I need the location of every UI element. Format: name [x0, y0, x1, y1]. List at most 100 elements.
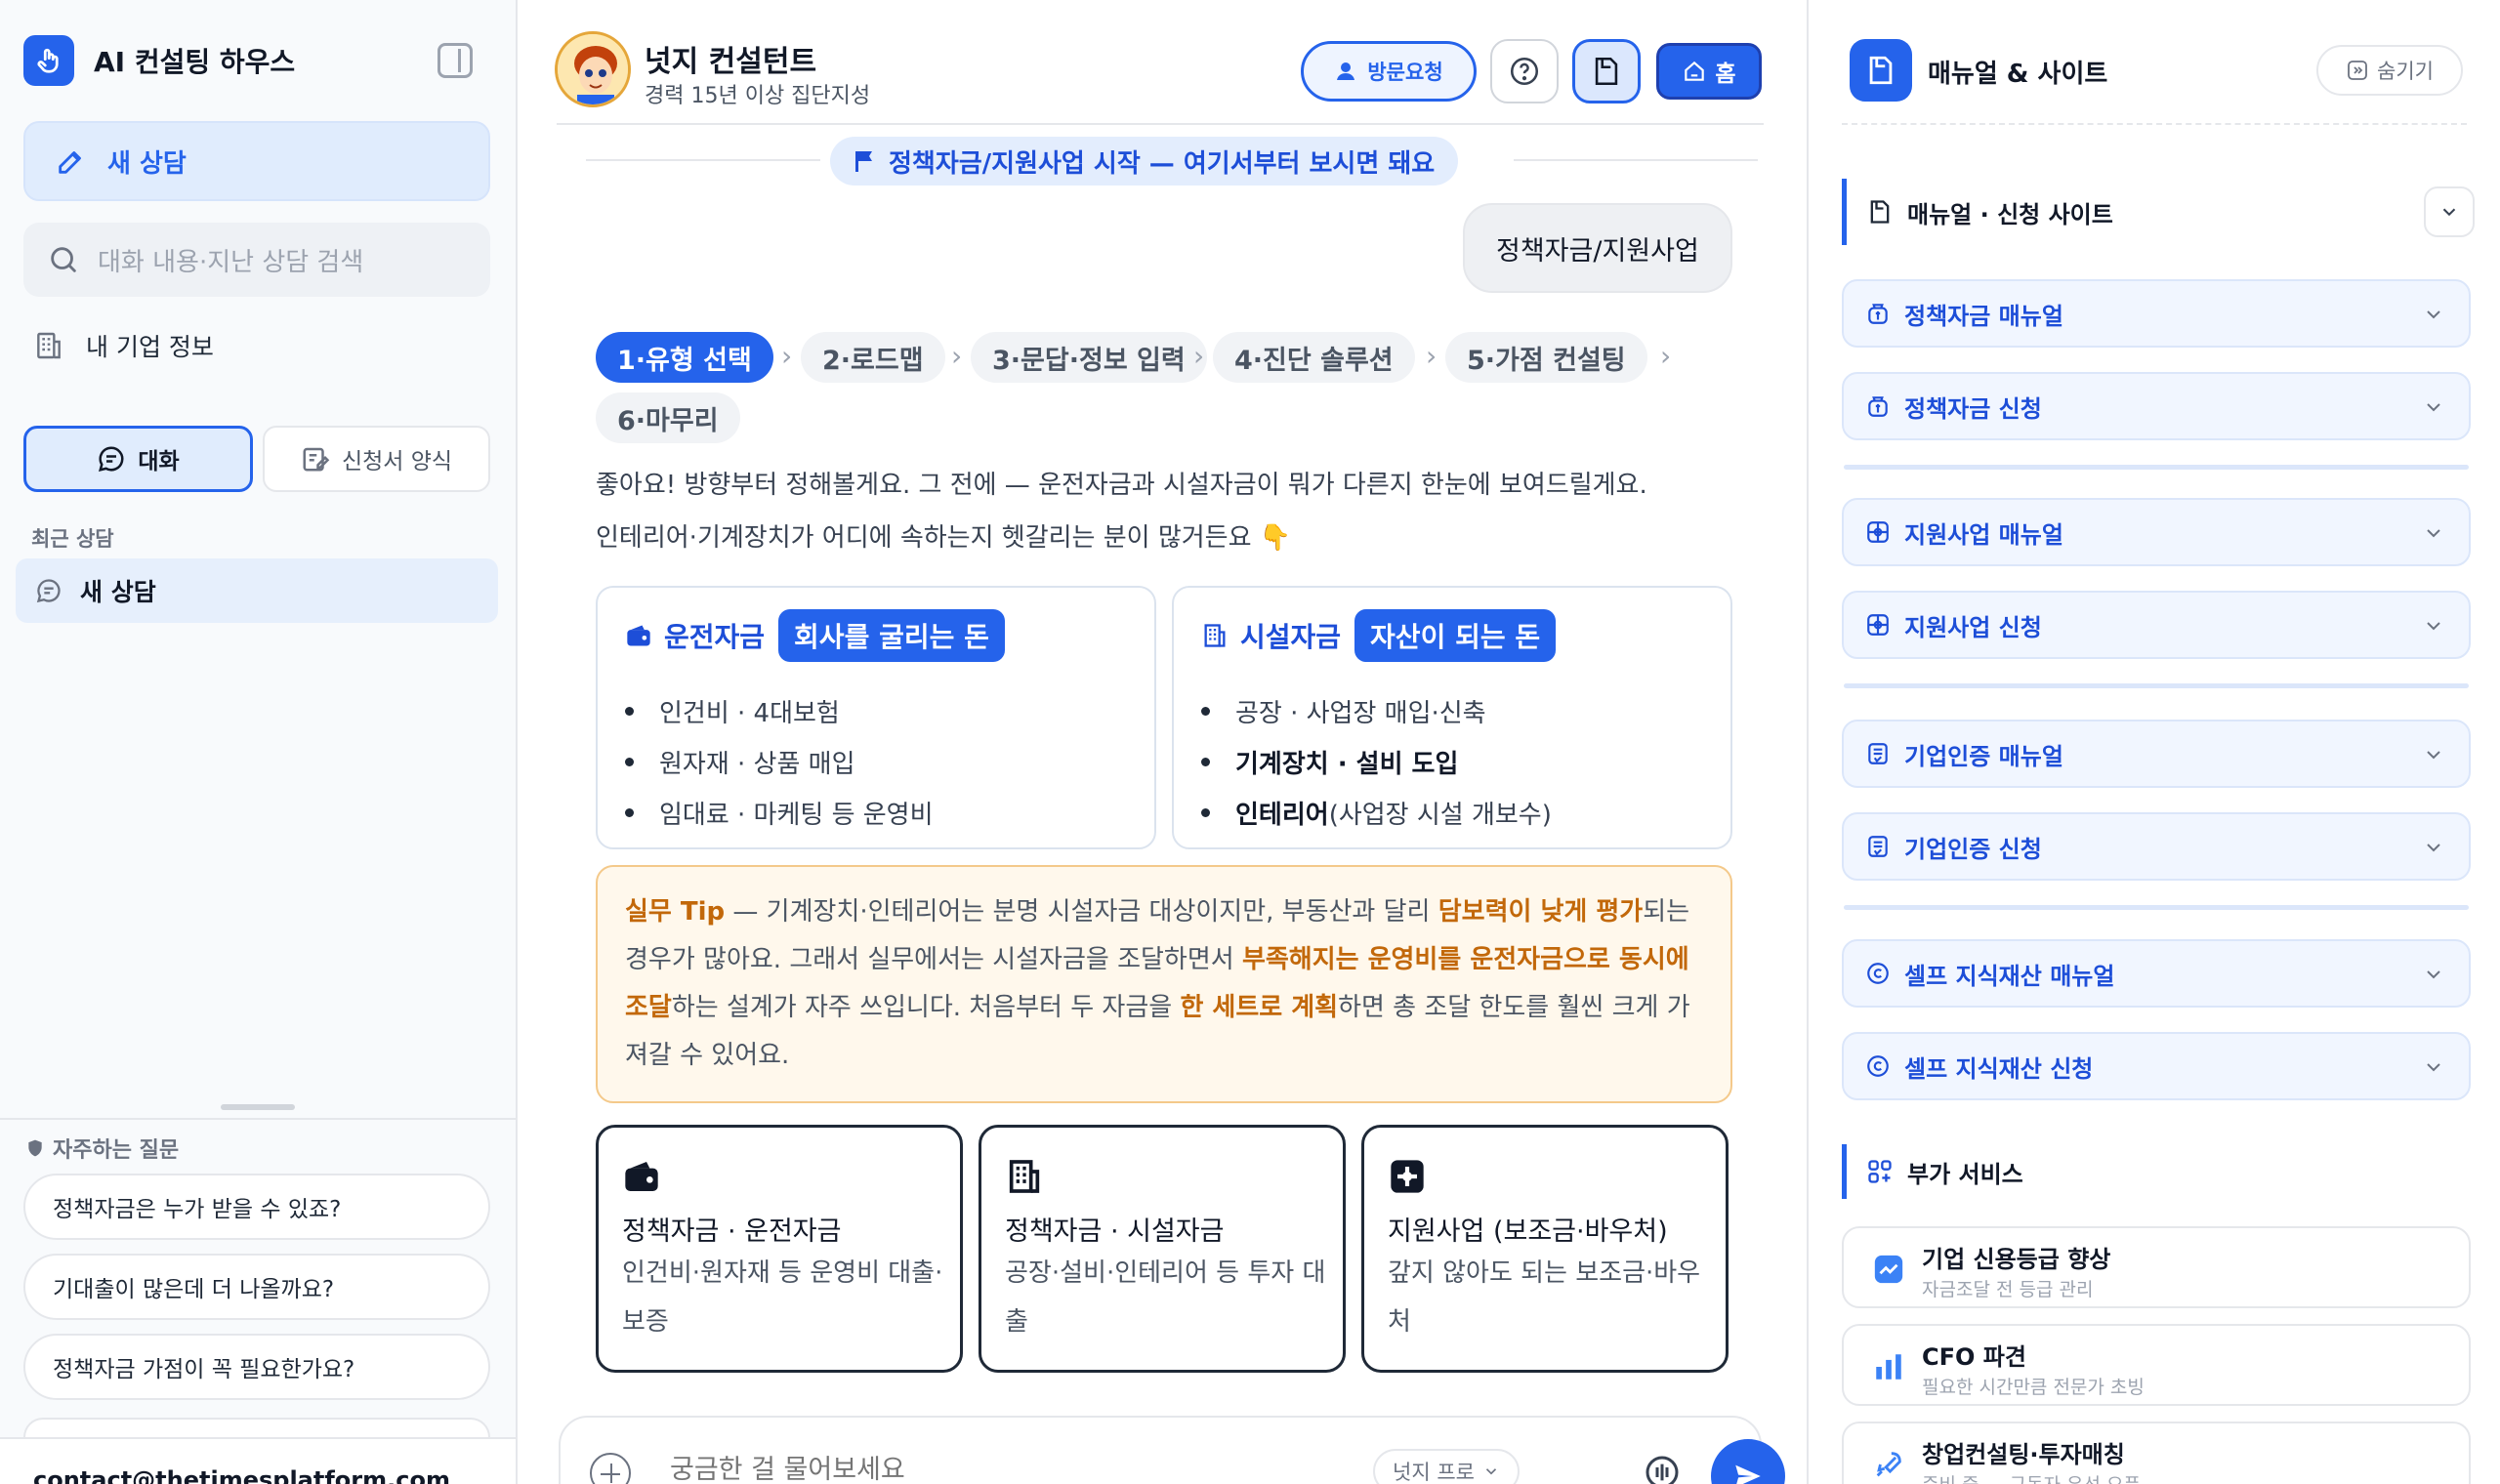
card-list: 공장 · 사업장 매입·신축 기계장치 · 설비 도입 인테리어 (사업장 시설 … — [1201, 685, 1552, 838]
accordion-label: 셀프 지식재산 매뉴얼 — [1904, 962, 2115, 990]
accordion-label: 정책자금 매뉴얼 — [1904, 302, 2063, 330]
list-item: 원자재 · 상품 매입 — [625, 736, 934, 787]
money-bag-icon — [1868, 396, 1888, 417]
chevron-right-icon: › — [1660, 340, 1672, 372]
help-button[interactable] — [1490, 39, 1559, 103]
message-composer: 넛지 프로 — [559, 1416, 1785, 1484]
faq-item[interactable]: 정책자금은 누가 받을 수 있죠? — [23, 1174, 490, 1240]
chevron-right-icon: › — [1193, 340, 1205, 372]
tab-chat[interactable]: 대화 — [23, 426, 253, 492]
list-item: 인건비 · 4대보험 — [625, 685, 934, 736]
plus-icon[interactable] — [590, 1453, 631, 1484]
sidebar-toggle-icon[interactable] — [438, 43, 473, 78]
intro-line: 좋아요! 방향부터 정해볼게요. 그 전에 — 운전자금과 시설자금이 뭐가 다… — [596, 471, 1647, 500]
step-item: 3·문답·정보 입력 — [971, 332, 1207, 383]
resize-handle[interactable] — [221, 1104, 295, 1110]
divider — [0, 1118, 516, 1120]
accordion-policy-fund-apply[interactable]: 정책자금 신청 — [1842, 372, 2471, 440]
hide-panel-label: 숨기기 — [2377, 60, 2434, 83]
chevron-down-icon — [2427, 529, 2440, 538]
accordion-cert-manual[interactable]: 기업인증 매뉴얼 — [1842, 720, 2471, 788]
divider — [1844, 905, 2469, 910]
header-divider — [557, 123, 1764, 125]
location-user-icon — [1337, 62, 1355, 80]
accordion-ip-apply[interactable]: 셀프 지식재산 신청 — [1842, 1032, 2471, 1100]
message-input[interactable] — [670, 1455, 1158, 1484]
service-cfo-dispatch[interactable]: CFO 파견 필요한 시간만큼 전문가 초빙 — [1842, 1324, 2471, 1406]
option-card-grant[interactable]: 지원사업 (보조금·바우처) 갚지 않아도 되는 보조금·바우처 — [1361, 1125, 1729, 1373]
search-box[interactable]: 대화 내용·지난 상담 검색 — [23, 223, 490, 297]
faq-header-label: 자주하는 질문 — [53, 1138, 180, 1163]
agent-avatar — [555, 31, 631, 107]
chevron-down-icon — [1485, 1468, 1497, 1475]
right-panel-title: 매뉴얼 & 사이트 — [1928, 60, 2108, 89]
service-subtitle: 자금조달 전 등급 관리 — [1922, 1279, 2094, 1300]
tab-application-form[interactable]: 신청서 양식 — [263, 426, 490, 492]
form-edit-icon — [303, 447, 330, 472]
search-input[interactable]: 대화 내용·지난 상담 검색 — [98, 242, 363, 278]
tip-highlight: 담보력이 낮게 평가 — [1438, 897, 1644, 927]
document-icon — [1850, 39, 1912, 102]
voice-icon[interactable] — [1643, 1453, 1682, 1484]
service-subtitle: 필요한 시간만큼 전문가 초빙 — [1922, 1377, 2145, 1398]
agent-name: 넛지 컨설턴트 — [645, 45, 817, 79]
search-icon — [51, 247, 76, 272]
model-selector[interactable]: 넛지 프로 — [1373, 1449, 1520, 1484]
card-header: 운전자금 회사를 굴리는 돈 — [625, 609, 1005, 662]
card-tag: 자산이 되는 돈 — [1354, 609, 1557, 662]
chat-bubble-icon — [99, 446, 124, 472]
intro-line: 인테리어·기계장치가 어디에 속하는지 헷갈리는 분이 많거든요 👇 — [596, 523, 1292, 553]
list-item-text: 인건비 · 4대보험 — [659, 698, 840, 728]
company-info-link[interactable]: 내 기업 정보 — [33, 328, 214, 363]
service-startup-investment[interactable]: 창업컨설팅·투자매칭 준비 중 — 구독자 우선 오픈 — [1842, 1422, 2471, 1484]
accordion-support-manual[interactable]: 지원사업 매뉴얼 — [1842, 498, 2471, 566]
chat-bubble-icon — [36, 579, 61, 603]
document-icon — [1595, 57, 1618, 86]
option-card-working-capital[interactable]: 정책자금 · 운전자금 인건비·원자재 등 운영비 대출·보증 — [596, 1125, 963, 1373]
card-list: 인건비 · 4대보험 원자재 · 상품 매입 임대료 · 마케팅 등 운영비 — [625, 685, 934, 838]
list-item-text: (사업장 시설 개보수) — [1328, 800, 1552, 830]
accordion-ip-manual[interactable]: 셀프 지식재산 매뉴얼 — [1842, 939, 2471, 1008]
option-card-facility-capital[interactable]: 정책자금 · 시설자금 공장·설비·인테리어 등 투자 대출 — [979, 1125, 1346, 1373]
option-desc: 인건비·원자재 등 운영비 대출·보증 — [622, 1258, 943, 1337]
section-toggle-button[interactable] — [2424, 186, 2475, 237]
card-header: 시설자금 자산이 되는 돈 — [1201, 609, 1557, 662]
new-chat-button[interactable]: 새 상담 — [23, 121, 490, 201]
faq-item[interactable]: 정책자금 가점이 꼭 필요한가요? — [23, 1334, 490, 1400]
send-button[interactable] — [1711, 1439, 1785, 1484]
home-button[interactable]: 홈 — [1656, 43, 1762, 100]
recent-chat-item[interactable]: 새 상담 — [16, 558, 498, 623]
gift-icon — [1867, 521, 1889, 543]
section-pill-label: 정책자금/지원사업 시작 — 여기서부터 보시면 돼요 — [889, 148, 1436, 179]
mode-tabs: 대화 신청서 양식 — [23, 426, 490, 492]
manual-section-label: 매뉴얼 · 신청 사이트 — [1907, 200, 2113, 228]
trend-icon — [1869, 1250, 1908, 1289]
faq-item[interactable]: 기대출이 많은데 더 나올까요? — [23, 1254, 490, 1320]
bar-chart-icon — [1869, 1347, 1908, 1386]
accordion-cert-apply[interactable]: 기업인증 신청 — [1842, 812, 2471, 881]
tip-text: 하는 설계가 자주 쓰입니다. 처음부터 두 자금을 — [671, 993, 1181, 1022]
list-item-bold: 기계장치 · 설비 도입 — [1235, 749, 1459, 779]
contact-email[interactable]: contact@thetimesplatform.com — [33, 1466, 450, 1484]
hide-panel-button[interactable]: 숨기기 — [2316, 45, 2463, 96]
accordion-label: 기업인증 신청 — [1904, 835, 2042, 863]
faq-item-partial[interactable] — [23, 1418, 490, 1437]
building-icon — [1204, 624, 1226, 647]
tip-text: — 기계장치·인테리어는 분명 시설자금 대상이지만, 부동산과 달리 — [725, 897, 1438, 927]
faq-header: 자주하는 질문 — [25, 1133, 179, 1164]
visit-request-button[interactable]: 방문요청 — [1301, 41, 1477, 102]
tip-label: 실무 Tip — [625, 897, 726, 927]
step-item: 6·마무리 — [596, 392, 740, 443]
accordion-policy-fund-manual[interactable]: 정책자금 매뉴얼 — [1842, 279, 2471, 348]
money-bag-icon — [1868, 304, 1888, 324]
home-icon — [1685, 61, 1705, 81]
step-item: 5·가점 컨설팅 — [1445, 332, 1647, 383]
facility-capital-card: 시설자금 자산이 되는 돈 공장 · 사업장 매입·신축 기계장치 · 설비 도… — [1172, 586, 1732, 849]
flag-icon — [855, 151, 872, 172]
wallet-icon — [625, 1162, 658, 1191]
edit-icon — [59, 151, 81, 174]
accordion-support-apply[interactable]: 지원사업 신청 — [1842, 591, 2471, 659]
chevron-down-icon — [2427, 1063, 2440, 1072]
service-credit-rating[interactable]: 기업 신용등급 향상 자금조달 전 등급 관리 — [1842, 1226, 2471, 1308]
manual-panel-button[interactable] — [1572, 39, 1641, 103]
